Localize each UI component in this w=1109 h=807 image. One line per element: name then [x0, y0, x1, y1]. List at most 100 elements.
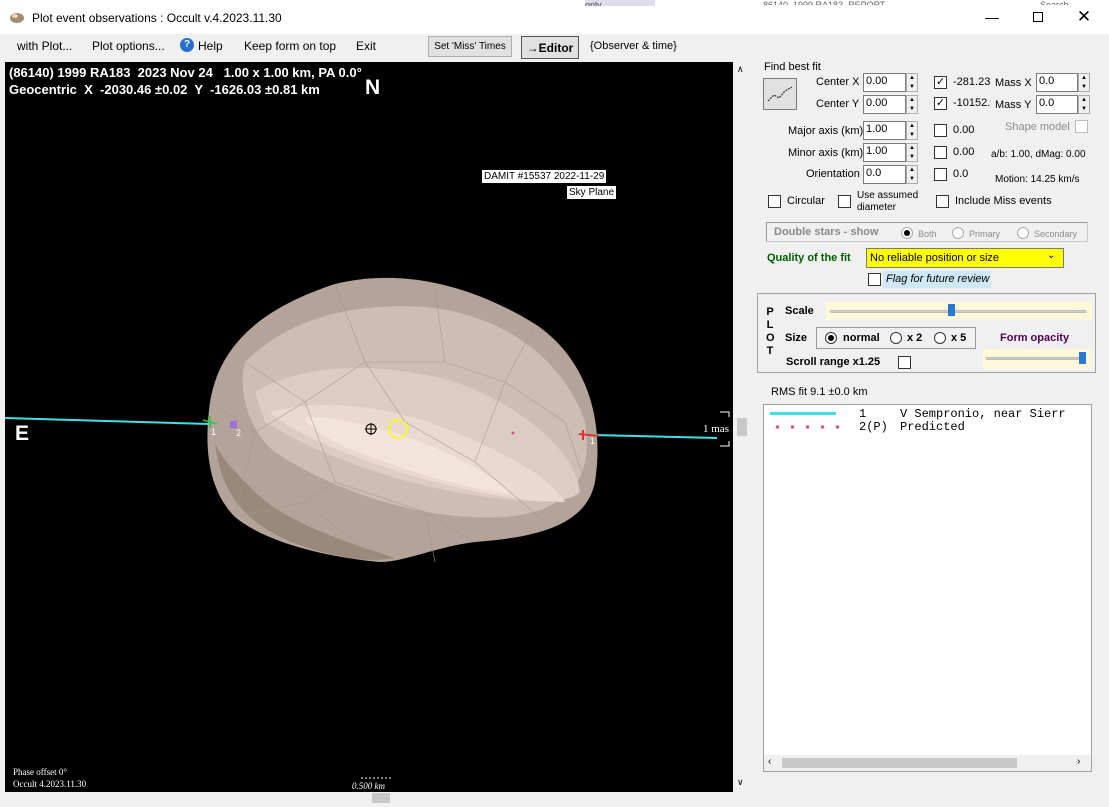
- east-label: E: [15, 422, 30, 445]
- center-x-spinner[interactable]: ▲ ▼: [906, 73, 918, 92]
- circular-checkbox[interactable]: [768, 195, 781, 208]
- size-label: Size: [785, 332, 808, 344]
- major-axis-checkbox[interactable]: [934, 124, 947, 137]
- chord-line-right: [592, 434, 718, 439]
- plot-vertical-scrollbar[interactable]: ∧ ∨: [735, 62, 749, 792]
- menu-plot-options[interactable]: Plot options...: [92, 39, 165, 53]
- legend-item-2-num: 2(P): [859, 420, 888, 434]
- minimize-button[interactable]: —: [969, 0, 1015, 34]
- flag-review-checkbox[interactable]: [868, 273, 881, 286]
- scroll-right-icon[interactable]: ›: [1077, 756, 1080, 767]
- double-stars-primary-radio[interactable]: [952, 227, 964, 239]
- background-window-text: 86140_1999 RA183_REPORT: [763, 0, 886, 5]
- minor-axis-checkbox[interactable]: [934, 146, 947, 159]
- plot-vertical-label: P L O T: [766, 306, 775, 357]
- chord-label-right-1: 1: [590, 436, 596, 446]
- damit-label: DAMIT #15537 2022-11-29: [482, 170, 607, 183]
- center-x-checkbox[interactable]: ✓: [934, 76, 947, 89]
- major-axis-label: Major axis (km): [788, 125, 864, 137]
- legend-item-1-text: V Sempronio, near Sierr: [900, 407, 1066, 421]
- quality-of-fit-select[interactable]: No reliable position or size ⌄: [866, 248, 1064, 268]
- center-y-value: -10152.9: [953, 97, 991, 109]
- mass-y-input[interactable]: 0.0: [1036, 95, 1078, 114]
- primary-label: Primary: [969, 229, 1000, 239]
- phase-offset-label: Phase offset 0°: [13, 767, 67, 777]
- chord-label-left-1: 1: [211, 427, 217, 437]
- legend-scroll-thumb[interactable]: [782, 758, 1017, 768]
- chevron-down-icon: ⌄: [1047, 250, 1056, 261]
- scroll-up-icon[interactable]: ∧: [737, 64, 744, 75]
- menu-keep-on-top[interactable]: Keep form on top: [244, 39, 336, 53]
- legend-horizontal-scrollbar[interactable]: ‹ ›: [764, 755, 1091, 771]
- mass-x-spinner[interactable]: ▲ ▼: [1078, 73, 1090, 92]
- size-x5-label: x 5: [951, 332, 967, 344]
- menu-with-plot[interactable]: with Plot...: [17, 39, 72, 53]
- scroll-left-icon[interactable]: ‹: [768, 756, 771, 767]
- form-opacity-thumb[interactable]: [1079, 352, 1086, 364]
- scale-bar-label: 0.500 km: [352, 781, 385, 791]
- minor-axis-value: 0.00: [953, 146, 975, 158]
- size-x2-label: x 2: [907, 332, 923, 344]
- plot-header-line1: (86140) 1999 RA183 2023 Nov 24 1.00 x 1.…: [9, 65, 362, 80]
- quality-of-fit-value: No reliable position or size: [870, 252, 1000, 264]
- orientation-value: 0.0: [953, 168, 969, 180]
- scroll-range-label: Scroll range x1.25: [786, 356, 881, 368]
- maximize-button[interactable]: [1015, 0, 1061, 34]
- scroll-down-icon[interactable]: ∨: [737, 777, 744, 788]
- size-normal-label: normal: [843, 332, 880, 344]
- orientation-spinner[interactable]: ▲ ▼: [906, 165, 918, 184]
- menu-exit[interactable]: Exit: [356, 39, 376, 53]
- vertical-scroll-thumb[interactable]: [737, 418, 747, 436]
- mass-x-label: Mass X: [995, 77, 1032, 89]
- major-axis-input[interactable]: 1.00: [863, 121, 906, 140]
- center-y-input[interactable]: 0.00: [863, 95, 906, 114]
- orientation-checkbox[interactable]: [934, 168, 947, 181]
- observer-legend-list[interactable]: 1 V Sempronio, near Sierr 2(P) Predicted…: [763, 404, 1092, 772]
- horizontal-scroll-thumb[interactable]: [372, 793, 390, 803]
- center-y-spinner[interactable]: ▲ ▼: [906, 95, 918, 114]
- editor-button[interactable]: →Editor: [521, 36, 579, 59]
- form-opacity-track: [986, 357, 1086, 360]
- predicted-marker: [230, 421, 237, 428]
- scale-slider-thumb[interactable]: [948, 304, 955, 316]
- fit-graph-icon: [767, 86, 793, 102]
- size-normal-radio[interactable]: [825, 332, 837, 344]
- minor-axis-input[interactable]: 1.00: [863, 143, 906, 162]
- scroll-range-checkbox[interactable]: [898, 356, 911, 369]
- find-best-fit-button[interactable]: [763, 78, 797, 110]
- include-miss-checkbox[interactable]: [936, 195, 949, 208]
- minor-axis-spinner[interactable]: ▲ ▼: [906, 143, 918, 162]
- help-icon: ?: [180, 38, 194, 52]
- size-x5-radio[interactable]: [934, 332, 946, 344]
- scale-slider[interactable]: [826, 302, 1092, 320]
- size-radio-group: normal x 2 x 5: [816, 327, 976, 349]
- close-button[interactable]: ✕: [1061, 0, 1107, 34]
- sky-plane-label: Sky Plane: [567, 186, 617, 199]
- center-x-input[interactable]: 0.00: [863, 73, 906, 92]
- mass-y-spinner[interactable]: ▲ ▼: [1078, 95, 1090, 114]
- plot-header-line2: Geocentric X -2030.46 ±0.02 Y -1626.03 ±…: [9, 82, 320, 97]
- mas-label: 1 mas: [703, 423, 729, 435]
- plot-horizontal-scrollbar[interactable]: [5, 792, 733, 805]
- scale-slider-track: [830, 310, 1086, 313]
- double-stars-secondary-radio[interactable]: [1017, 227, 1029, 239]
- center-y-checkbox[interactable]: ✓: [934, 97, 947, 110]
- assumed-diameter-checkbox[interactable]: [838, 195, 851, 208]
- set-miss-times-button[interactable]: Set 'Miss' Times: [428, 36, 512, 57]
- ab-dmag-label: a/b: 1.00, dMag: 0.00: [991, 149, 1086, 160]
- window-title: Plot event observations : Occult v.4.202…: [32, 11, 282, 25]
- scale-label: Scale: [785, 305, 814, 317]
- size-x2-radio[interactable]: [890, 332, 902, 344]
- background-window-strip: only: [585, 0, 655, 6]
- plot-canvas[interactable]: (86140) 1999 RA183 2023 Nov 24 1.00 x 1.…: [5, 62, 733, 792]
- shape-model-checkbox[interactable]: [1075, 120, 1088, 133]
- major-axis-spinner[interactable]: ▲ ▼: [906, 121, 918, 140]
- shape-model-label: Shape model: [1005, 121, 1070, 133]
- double-stars-both-radio[interactable]: [901, 227, 913, 239]
- mass-x-input[interactable]: 0.0: [1036, 73, 1078, 92]
- menu-help[interactable]: Help: [198, 39, 223, 53]
- include-miss-label: Include Miss events: [955, 195, 1052, 207]
- plot-controls-group: P L O T Scale Size normal x 2 x 5 Form o…: [757, 293, 1096, 373]
- form-opacity-slider[interactable]: [983, 349, 1091, 369]
- orientation-input[interactable]: 0.0: [863, 165, 906, 184]
